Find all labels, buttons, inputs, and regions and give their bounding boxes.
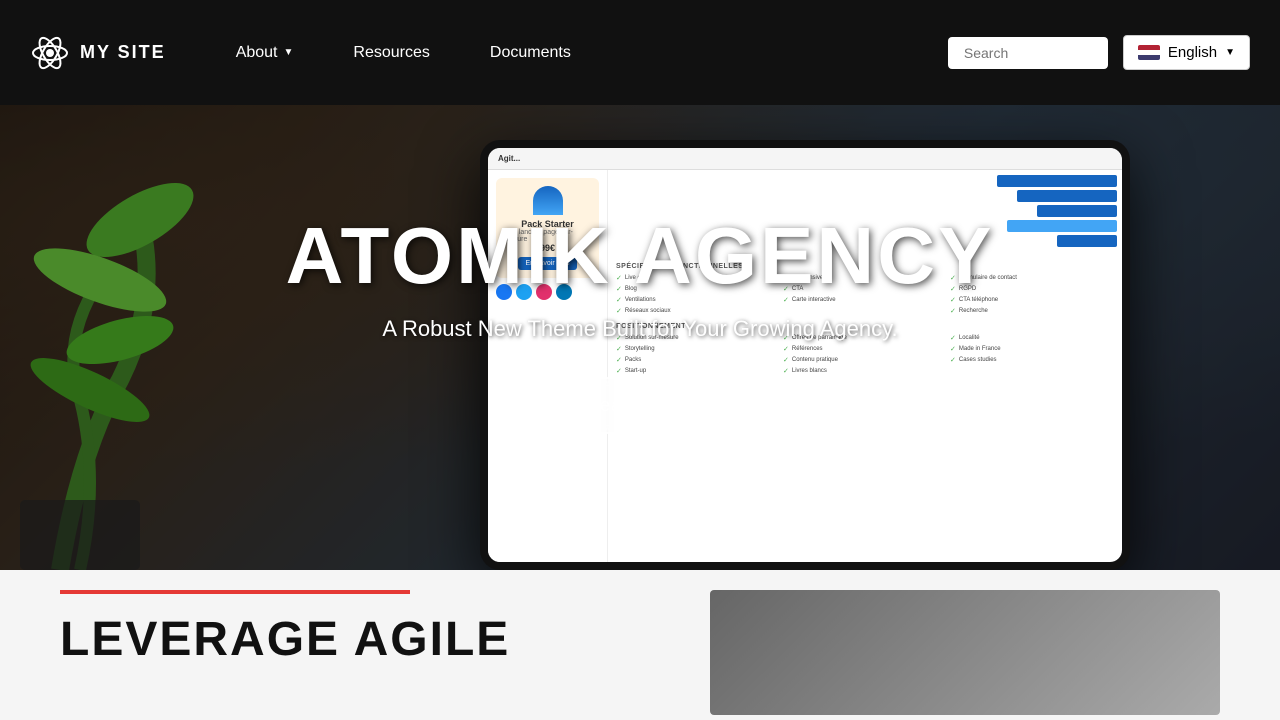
below-title: LEVERAGE AGILE	[60, 612, 670, 667]
atom-icon	[30, 33, 70, 73]
learn-more-button[interactable]: Learn More	[527, 377, 753, 434]
below-left-content: LEVERAGE AGILE	[60, 590, 710, 667]
chevron-down-icon: ▼	[284, 47, 294, 58]
us-flag-icon	[1138, 45, 1160, 60]
hero-subtitle: A Robust New Theme Built for Your Growin…	[20, 316, 1260, 342]
chevron-down-icon: ▼	[1225, 47, 1235, 58]
nav-about[interactable]: About ▼	[206, 34, 324, 72]
navbar: MY SITE About ▼ Resources Documents Engl…	[0, 0, 1280, 105]
brand-name: MY SITE	[80, 42, 166, 63]
nav-documents[interactable]: Documents	[460, 34, 601, 72]
nav-right: English ▼	[948, 35, 1250, 70]
nav-links: About ▼ Resources Documents	[206, 34, 948, 72]
logo-area[interactable]: MY SITE	[30, 33, 166, 73]
nav-resources[interactable]: Resources	[323, 34, 459, 72]
below-hero-section: LEVERAGE AGILE	[0, 570, 1280, 720]
hero-title: ATOMIK AGENCY	[20, 216, 1260, 296]
red-divider	[60, 590, 410, 594]
tablet-header: Agit...	[488, 148, 1122, 170]
below-image-bg	[710, 590, 1220, 715]
search-input[interactable]	[948, 37, 1108, 69]
language-label: English	[1168, 44, 1217, 61]
hero-content: ATOMIK AGENCY A Robust New Theme Built f…	[0, 216, 1280, 434]
language-selector[interactable]: English ▼	[1123, 35, 1250, 70]
below-image	[710, 590, 1220, 715]
